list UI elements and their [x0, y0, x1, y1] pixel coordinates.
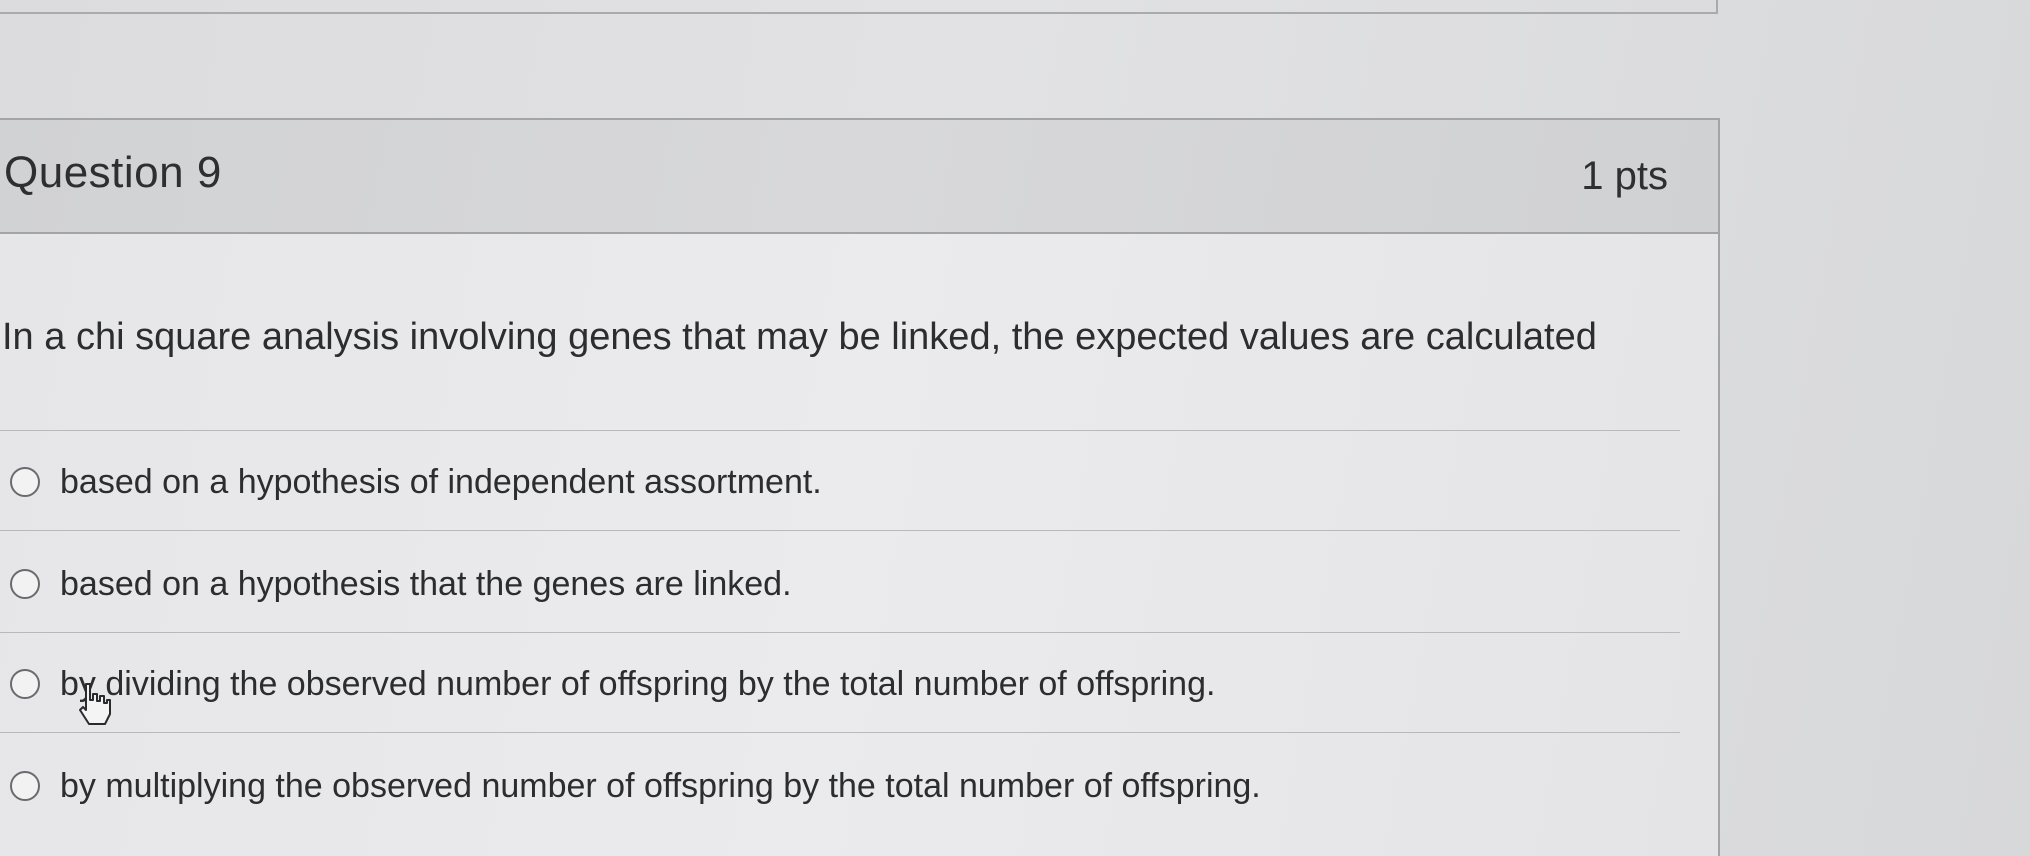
question-title: Question 9	[4, 148, 222, 197]
answer-option-3[interactable]: by dividing the observed number of offsp…	[10, 654, 1215, 714]
answer-option-4[interactable]: by multiplying the observed number of of…	[10, 756, 1261, 816]
answer-divider	[0, 530, 1680, 531]
answer-divider	[0, 632, 1680, 633]
answer-label: based on a hypothesis of independent ass…	[60, 462, 822, 501]
answer-label: based on a hypothesis that the genes are…	[60, 564, 792, 603]
question-card: Question 9 1 pts In a chi square analysi…	[0, 118, 1720, 856]
question-header: Question 9 1 pts	[0, 120, 1718, 234]
question-points: 1 pts	[1581, 154, 1668, 198]
hand-pointer-icon	[79, 683, 111, 725]
screen: Question 9 1 pts In a chi square analysi…	[0, 0, 2030, 856]
answer-option-1[interactable]: based on a hypothesis of independent ass…	[10, 452, 822, 512]
radio-circle-icon[interactable]	[10, 669, 40, 699]
answer-label: by multiplying the observed number of of…	[60, 766, 1261, 805]
radio-circle-icon[interactable]	[10, 771, 40, 801]
question-prompt: In a chi square analysis involving genes…	[2, 316, 1597, 358]
radio-circle-icon[interactable]	[10, 467, 40, 497]
answer-divider	[0, 732, 1680, 733]
radio-circle-icon[interactable]	[10, 569, 40, 599]
previous-question-frame	[0, 0, 1718, 14]
answer-label: by dividing the observed number of offsp…	[60, 664, 1216, 703]
answer-option-2[interactable]: based on a hypothesis that the genes are…	[10, 554, 792, 614]
answer-divider	[0, 430, 1680, 431]
